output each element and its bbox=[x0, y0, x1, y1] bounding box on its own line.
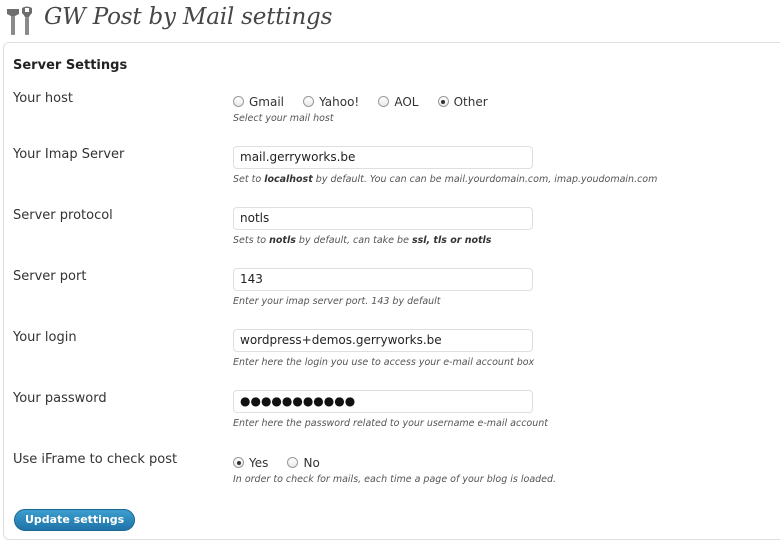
port-input[interactable]: 143 bbox=[233, 268, 533, 291]
port-description: Enter your imap server port. 143 by defa… bbox=[233, 296, 441, 307]
protocol-description: Sets to notls by default, can take be ss… bbox=[233, 235, 491, 246]
update-settings-button[interactable]: Update settings bbox=[14, 509, 136, 531]
login-input[interactable]: wordpress+demos.gerryworks.be bbox=[233, 329, 533, 352]
imap-server-description: Set to localhost by default. You can can… bbox=[233, 174, 657, 185]
protocol-label: Server protocol bbox=[13, 208, 113, 223]
radio-label: No bbox=[303, 455, 320, 470]
host-option-yahoo[interactable]: Yahoo! bbox=[303, 95, 359, 109]
password-input[interactable]: ●●●●●●●●●●● bbox=[233, 390, 533, 413]
page-title: GW Post by Mail settings bbox=[44, 4, 333, 30]
radio-button-checked[interactable] bbox=[233, 457, 244, 468]
iframe-radio-group: Yes No bbox=[233, 453, 334, 470]
imap-server-label: Your Imap Server bbox=[13, 147, 125, 162]
login-description: Enter here the login you use to access y… bbox=[233, 357, 535, 368]
radio-button[interactable] bbox=[378, 96, 390, 107]
desc-text: by default. You can can be mail.yourdoma… bbox=[312, 174, 658, 185]
page-header: GW Post by Mail settings bbox=[0, 0, 780, 42]
iframe-label: Use iFrame to check post bbox=[13, 452, 178, 467]
radio-label: AOL bbox=[394, 94, 419, 109]
radio-button[interactable] bbox=[233, 96, 244, 107]
desc-emphasis: ssl, tls or notls bbox=[411, 235, 492, 246]
desc-emphasis: localhost bbox=[264, 174, 313, 185]
radio-button[interactable] bbox=[303, 96, 315, 107]
tools-icon bbox=[7, 6, 32, 35]
section-title: Server Settings bbox=[13, 58, 128, 73]
iframe-description: In order to check for mails, each time a… bbox=[233, 474, 557, 485]
host-description: Select your mail host bbox=[233, 113, 334, 124]
radio-label: Other bbox=[453, 94, 488, 109]
login-label: Your login bbox=[13, 330, 77, 345]
password-description: Enter here the password related to your … bbox=[233, 418, 548, 429]
desc-text: by default, can take be bbox=[295, 235, 412, 246]
radio-label: Yahoo! bbox=[319, 94, 360, 109]
radio-label: Yes bbox=[249, 455, 269, 470]
host-option-aol[interactable]: AOL bbox=[378, 95, 418, 109]
radio-label: Gmail bbox=[249, 94, 285, 109]
iframe-option-yes[interactable]: Yes bbox=[233, 456, 268, 470]
protocol-input[interactable]: notls bbox=[233, 207, 533, 230]
desc-text: Sets to bbox=[233, 235, 270, 246]
host-option-other[interactable]: Other bbox=[437, 94, 488, 109]
desc-emphasis: notls bbox=[269, 235, 296, 246]
iframe-option-no[interactable]: No bbox=[287, 455, 320, 470]
port-label: Server port bbox=[13, 269, 87, 284]
host-option-gmail[interactable]: Gmail bbox=[233, 95, 284, 109]
imap-server-input[interactable]: mail.gerryworks.be bbox=[233, 146, 533, 169]
desc-text: Set to bbox=[233, 174, 265, 185]
host-radio-group: Gmail Yahoo! AOL Other bbox=[233, 92, 502, 109]
radio-button-checked[interactable] bbox=[437, 96, 449, 107]
password-label: Your password bbox=[13, 391, 107, 406]
radio-button[interactable] bbox=[287, 457, 299, 468]
host-label: Your host bbox=[13, 91, 73, 106]
